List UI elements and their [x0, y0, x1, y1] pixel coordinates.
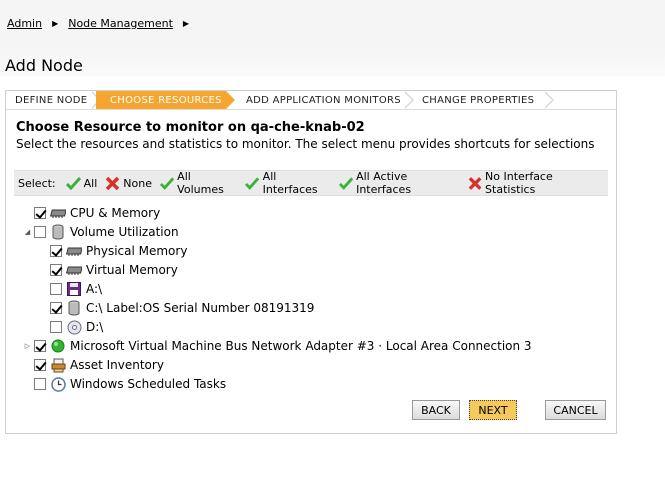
memory-chip-icon: [66, 243, 82, 259]
tree-item-windows-scheduled-tasks: Windows Scheduled Tasks: [23, 375, 226, 393]
tree-item-label: C:\ Label:OS Serial Number 08191319: [86, 301, 315, 315]
physical-memory-checkbox[interactable]: [50, 245, 62, 257]
network-status-green-icon: [50, 338, 66, 354]
tree-item-virtual-memory: Virtual Memory: [39, 261, 178, 279]
select-none-label: None: [123, 176, 152, 190]
select-all-interfaces-label: All Interfaces: [262, 170, 318, 196]
wizard-step-change-properties: CHANGE PROPERTIES: [422, 95, 535, 106]
breadcrumb-arrow-icon: ▶: [182, 19, 190, 28]
select-all-active-interfaces-label: All Active Interfaces: [356, 170, 412, 196]
wizard-step-define-node: DEFINE NODE: [15, 95, 88, 106]
tree-item-drive-a: A:\: [39, 280, 102, 298]
breadcrumb: Admin ▶ Node Management ▶: [7, 17, 189, 30]
breadcrumb-node-management-link[interactable]: Node Management: [68, 17, 173, 30]
step-separator-icon: [544, 91, 554, 109]
tree-item-cpu-memory: CPU & Memory: [23, 204, 160, 222]
disk-cylinder-icon: [66, 300, 82, 316]
x-icon: [468, 176, 482, 190]
check-icon: [245, 176, 260, 190]
asset-inventory-icon: [50, 357, 66, 373]
drive-c-checkbox[interactable]: [50, 302, 62, 314]
wizard-step-add-application-monitors: ADD APPLICATION MONITORS: [246, 95, 401, 106]
volume-utilization-checkbox[interactable]: [34, 226, 46, 238]
cpu-memory-checkbox[interactable]: [34, 207, 46, 219]
tree-item-label: Windows Scheduled Tasks: [70, 377, 227, 391]
tree-item-label: Physical Memory: [86, 244, 188, 258]
check-icon: [338, 176, 354, 190]
wizard-step-choose-resources: CHOOSE RESOURCES: [96, 91, 235, 109]
select-all-label: All: [83, 176, 98, 190]
breadcrumb-admin-link[interactable]: Admin: [7, 17, 42, 30]
select-all-volumes-link[interactable]: All Volumes: [159, 170, 238, 196]
collapse-arrow-icon[interactable]: ◢: [23, 228, 32, 236]
tree-item-network-adapter: ▷ Microsoft Virtual Machine Bus Network …: [23, 337, 532, 355]
select-none-link[interactable]: None: [105, 176, 152, 191]
cancel-button[interactable]: CANCEL: [545, 400, 606, 420]
select-all-volumes-label: All Volumes: [177, 170, 224, 196]
x-icon: [106, 176, 120, 190]
drive-d-checkbox[interactable]: [50, 321, 62, 333]
wizard-steps: DEFINE NODE CHOOSE RESOURCES ADD APPLICA…: [6, 91, 616, 110]
select-label: Select:: [18, 176, 56, 190]
tree-item-volume-utilization: ◢ Volume Utilization: [23, 223, 179, 241]
tree-item-label: CPU & Memory: [70, 206, 161, 220]
tree-item-label: Asset Inventory: [70, 358, 164, 372]
section-heading: Choose Resource to monitor on qa-che-kna…: [16, 120, 365, 135]
drive-a-checkbox[interactable]: [50, 283, 62, 295]
select-all-active-interfaces-link[interactable]: All Active Interfaces: [338, 170, 460, 196]
floppy-disk-icon: [66, 281, 82, 297]
tree-item-drive-d: D:\: [39, 318, 103, 336]
memory-chip-icon: [66, 262, 82, 278]
tree-item-label: D:\: [86, 320, 104, 334]
tree-item-asset-inventory: Asset Inventory: [23, 356, 164, 374]
wizard-panel: DEFINE NODE CHOOSE RESOURCES ADD APPLICA…: [5, 90, 617, 434]
cd-rom-icon: [66, 319, 82, 335]
select-shortcuts-bar: Select: All None All Volumes All Interfa…: [14, 170, 608, 196]
check-icon: [159, 176, 175, 190]
expand-arrow-icon[interactable]: ▷: [23, 342, 32, 350]
network-adapter-checkbox[interactable]: [34, 340, 46, 352]
windows-scheduled-tasks-checkbox[interactable]: [34, 378, 46, 390]
tree-item-physical-memory: Physical Memory: [39, 242, 187, 260]
clock-icon: [50, 376, 66, 392]
select-no-interface-statistics-label: No Interface Statistics: [485, 170, 553, 196]
asset-inventory-checkbox[interactable]: [34, 359, 46, 371]
select-all-link[interactable]: All: [65, 176, 98, 190]
tree-item-label: A:\: [86, 282, 103, 296]
header-band: [0, 0, 665, 76]
tree-item-label: Microsoft Virtual Machine Bus Network Ad…: [70, 339, 532, 353]
next-button[interactable]: NEXT: [469, 400, 517, 420]
select-no-interface-statistics-link[interactable]: No Interface Statistics: [468, 170, 600, 196]
breadcrumb-arrow-icon: ▶: [52, 19, 59, 28]
section-description: Select the resources and statistics to m…: [16, 137, 595, 151]
virtual-memory-checkbox[interactable]: [50, 264, 62, 276]
tree-item-label: Volume Utilization: [70, 225, 179, 239]
step-separator-icon: [404, 91, 414, 109]
disk-cylinder-icon: [50, 224, 66, 240]
tree-item-label: Virtual Memory: [86, 263, 178, 277]
back-button[interactable]: BACK: [412, 400, 460, 420]
tree-item-drive-c: C:\ Label:OS Serial Number 08191319: [39, 299, 314, 317]
memory-chip-icon: [50, 205, 66, 221]
check-icon: [65, 176, 81, 190]
select-all-interfaces-link[interactable]: All Interfaces: [245, 170, 330, 196]
page-title: Add Node: [5, 56, 83, 75]
